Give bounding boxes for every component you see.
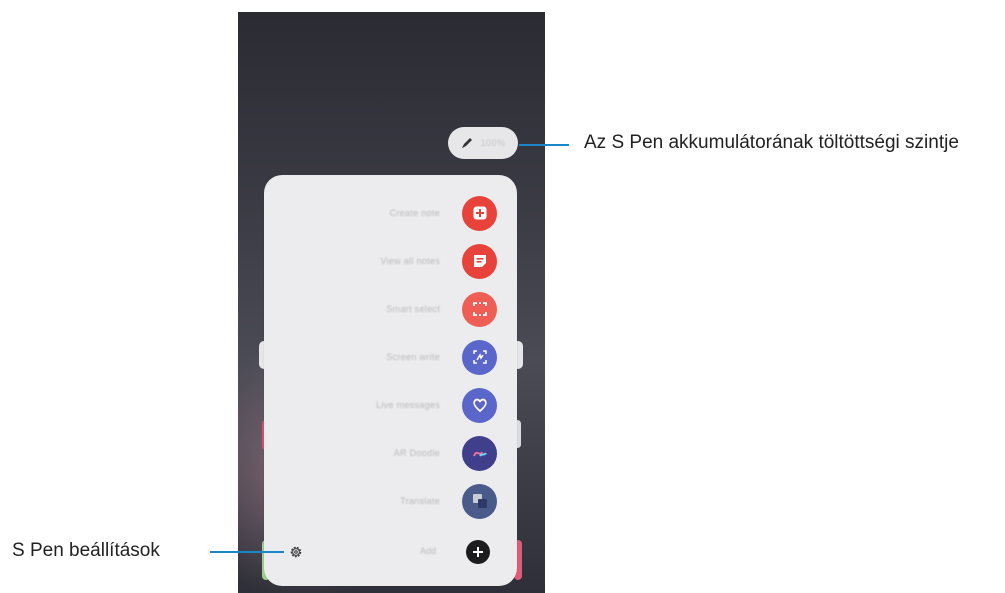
live-messages-icon: [462, 387, 497, 423]
menu-item-smart-select[interactable]: Smart select: [264, 287, 517, 331]
callout-line-settings: [210, 551, 284, 553]
menu-item-live-messages[interactable]: Live messages: [264, 383, 517, 427]
menu-item-screen-write[interactable]: Screen write: [264, 335, 517, 379]
add-label: Add: [420, 546, 437, 556]
pen-icon: [462, 138, 473, 148]
ar-doodle-icon: [462, 435, 497, 471]
spen-battery-pill[interactable]: 100%: [448, 127, 518, 159]
add-button[interactable]: [466, 540, 490, 564]
menu-item-label: Create note: [389, 208, 440, 218]
menu-item-ar-doodle[interactable]: AR Doodle: [264, 431, 517, 475]
menu-item-view-all-notes[interactable]: View all notes: [264, 239, 517, 283]
menu-item-label: AR Doodle: [393, 448, 440, 458]
menu-item-label: View all notes: [380, 256, 440, 266]
menu-item-label: Smart select: [386, 304, 440, 314]
plus-icon: [473, 547, 483, 557]
smart-select-icon: [462, 291, 497, 327]
air-command-panel: Create note View all notes Smart select: [264, 175, 517, 586]
screen-write-icon: [462, 339, 497, 375]
menu-item-label: Translate: [400, 496, 440, 506]
menu-item-translate[interactable]: Translate: [264, 479, 517, 523]
menu-item-label: Screen write: [386, 352, 440, 362]
battery-level-text: 100%: [480, 138, 506, 148]
create-note-icon: [462, 195, 497, 231]
menu-item-label: Live messages: [376, 400, 440, 410]
translate-icon: [462, 483, 497, 519]
view-notes-icon: [462, 243, 497, 279]
callout-battery-text: Az S Pen akkumulátorának töltöttségi szi…: [584, 132, 959, 153]
callout-settings-text: S Pen beállítások: [12, 540, 160, 561]
callout-line-battery: [519, 144, 569, 146]
gear-icon[interactable]: [289, 545, 303, 559]
menu-item-create-note[interactable]: Create note: [264, 191, 517, 235]
